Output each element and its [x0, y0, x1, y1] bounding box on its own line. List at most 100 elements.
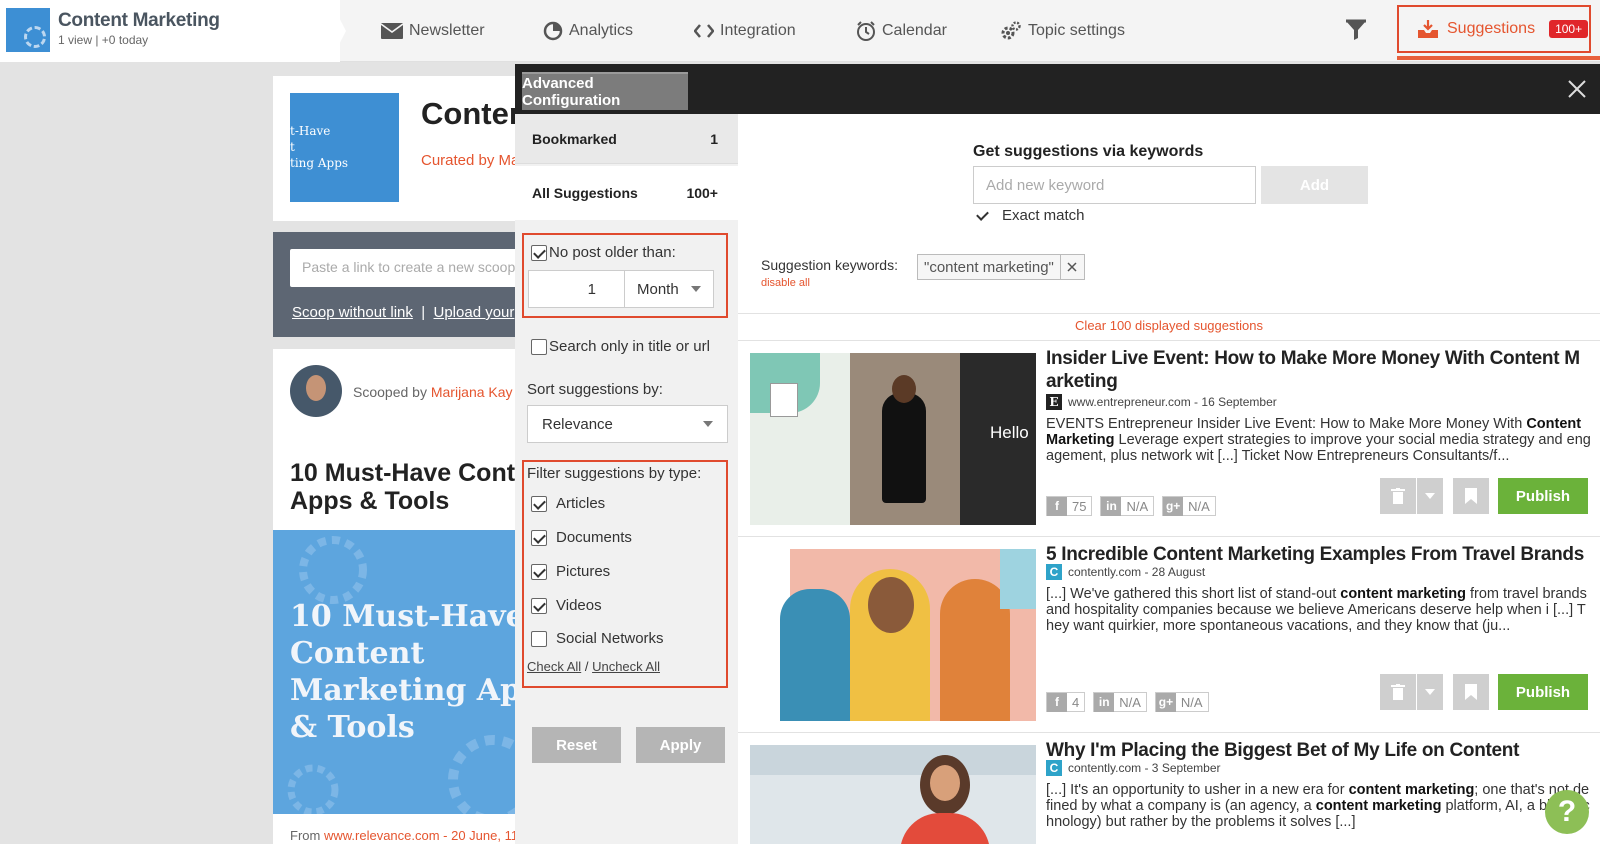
exact-match-option[interactable]: Exact match — [975, 207, 1085, 224]
close-panel-button[interactable] — [1568, 80, 1590, 102]
filter-documents[interactable]: Documents — [531, 529, 632, 546]
suggestion-title[interactable]: Why I'm Placing the Biggest Bet of My Li… — [1046, 739, 1586, 762]
sidebar-item-all-suggestions[interactable]: All Suggestions 100+ — [515, 166, 748, 220]
upload-link[interactable]: Upload your — [434, 304, 515, 321]
facebook-icon: f — [1047, 692, 1067, 712]
trash-icon — [1391, 488, 1405, 504]
reset-button[interactable]: Reset — [532, 727, 621, 763]
thumbnail-caption: Hello — [990, 423, 1029, 442]
social-stats: f 75 in N/A g+ N/A — [1046, 496, 1216, 516]
avatar[interactable] — [290, 365, 342, 417]
documents-checkbox[interactable] — [531, 529, 547, 546]
suggestion-title[interactable]: 5 Incredible Content Marketing Examples … — [1046, 543, 1586, 566]
article-title[interactable]: 10 Must-Have Conten Apps & Tools — [290, 459, 544, 515]
filter-button[interactable] — [1344, 18, 1368, 47]
source-favicon: C — [1046, 760, 1062, 776]
nav-integration[interactable]: Integration — [694, 19, 796, 43]
publish-button[interactable]: Publish — [1498, 674, 1588, 710]
suggestion-thumbnail[interactable]: Hello — [750, 353, 1036, 525]
check-all-link[interactable]: Check All — [527, 659, 581, 674]
article-hero-image[interactable]: 10 Must-Have Content Marketing App & Too… — [273, 530, 543, 814]
envelope-icon — [381, 23, 403, 39]
disable-all-link[interactable]: disable all — [761, 277, 810, 289]
bookmark-button[interactable] — [1453, 478, 1489, 514]
scooped-by-card: Scooped by Marijana Kay — [273, 349, 543, 437]
nav-analytics[interactable]: Analytics — [543, 19, 633, 43]
linkedin-count: in N/A — [1100, 496, 1155, 516]
nav-newsletter[interactable]: Newsletter — [381, 19, 485, 43]
hero-line-3: Marketing App — [290, 673, 543, 708]
article-source: From www.relevance.com - 20 June, 11:04 — [273, 814, 543, 844]
title-url-checkbox[interactable] — [531, 338, 547, 355]
suggestion-title[interactable]: Insider Live Event: How to Make More Mon… — [1046, 347, 1586, 393]
source-favicon: C — [1046, 564, 1062, 580]
remove-keyword-button[interactable] — [1059, 255, 1084, 279]
no-older-than-option[interactable]: No post older than: — [531, 244, 676, 261]
linkedin-icon: in — [1094, 692, 1115, 712]
keywords-title: Get suggestions via keywords — [973, 143, 1204, 160]
trash-icon — [1391, 684, 1405, 700]
article-title-line-1: 10 Must-Have Conten — [290, 459, 545, 487]
age-value: 1 — [587, 280, 596, 298]
nav-topic-settings[interactable]: Topic settings — [1000, 19, 1125, 43]
title-url-option[interactable]: Search only in title or url — [531, 338, 710, 355]
scoop-without-link[interactable]: Scoop without link — [292, 304, 413, 321]
suggestions-count-badge: 100+ — [1549, 20, 1589, 38]
exact-match-checkbox[interactable] — [975, 208, 991, 224]
filter-type-label: Filter suggestions by type: — [527, 465, 702, 482]
pie-chart-icon — [543, 21, 563, 41]
uncheck-all-link[interactable]: Uncheck All — [592, 659, 660, 674]
delete-options-dropdown[interactable] — [1417, 478, 1443, 514]
delete-button[interactable] — [1380, 674, 1416, 710]
filter-social-networks[interactable]: Social Networks — [531, 630, 664, 647]
videos-checkbox[interactable] — [531, 597, 547, 614]
suggestion-thumbnail[interactable] — [750, 745, 1036, 844]
delete-options-dropdown[interactable] — [1417, 674, 1443, 710]
filter-articles[interactable]: Articles — [531, 495, 605, 512]
suggestions-label: Suggestions — [1447, 20, 1536, 37]
pictures-checkbox[interactable] — [531, 563, 547, 580]
help-button[interactable]: ? — [1545, 790, 1589, 834]
suggestions-button[interactable]: Suggestions 100+ — [1397, 5, 1591, 53]
source-link[interactable]: www.relevance.com — [324, 828, 440, 843]
links-separator: | — [421, 304, 426, 321]
all-suggestions-count: 100+ — [686, 185, 718, 201]
google-plus-count: g+ N/A — [1162, 496, 1216, 516]
suggestion-thumbnail[interactable] — [750, 549, 1036, 721]
topic-page-title: Conten — [421, 96, 528, 131]
delete-button[interactable] — [1380, 478, 1416, 514]
keyword-input[interactable]: Add new keyword — [973, 166, 1256, 204]
bookmark-button[interactable] — [1453, 674, 1489, 710]
apply-button[interactable]: Apply — [636, 727, 725, 763]
filter-videos[interactable]: Videos — [531, 597, 602, 614]
articles-label: Articles — [556, 495, 606, 512]
sort-select[interactable]: Relevance — [527, 405, 728, 443]
pictures-label: Pictures — [556, 563, 611, 580]
nav-topic-settings-label: Topic settings — [1028, 22, 1125, 39]
topic-logo — [6, 8, 50, 52]
sidebar-item-bookmarked[interactable]: Bookmarked 1 — [515, 114, 738, 164]
scooper-link[interactable]: Marijana Kay — [431, 384, 513, 400]
add-keyword-button[interactable]: Add — [1261, 166, 1368, 204]
age-unit-select[interactable]: Month — [624, 270, 714, 308]
age-value-input[interactable]: 1 — [528, 270, 625, 308]
nav-calendar[interactable]: Calendar — [856, 19, 947, 43]
articles-checkbox[interactable] — [531, 495, 547, 512]
publish-button[interactable]: Publish — [1498, 478, 1588, 514]
from-prefix: From — [290, 828, 324, 843]
clear-suggestions-link[interactable]: Clear 100 displayed suggestions — [738, 318, 1600, 333]
all-suggestions-label: All Suggestions — [532, 185, 638, 201]
videos-label: Videos — [556, 597, 602, 614]
keyword-chip-text: "content marketing" — [924, 258, 1054, 276]
social-networks-checkbox[interactable] — [531, 630, 547, 647]
no-older-than-checkbox[interactable] — [531, 244, 547, 261]
topic-brand[interactable]: Content Marketing 1 view | +0 today — [0, 0, 340, 62]
paste-link-input[interactable]: Paste a link to create a new scoop — [290, 249, 550, 287]
linkedin-value: N/A — [1119, 694, 1141, 710]
question-icon: ? — [1557, 795, 1577, 828]
topic-title[interactable]: Content Marketing — [58, 10, 220, 32]
advanced-configuration-tab[interactable]: Advanced Configuration — [522, 72, 688, 110]
hero-line-4: & Tools — [290, 710, 415, 745]
filter-pictures[interactable]: Pictures — [531, 563, 610, 580]
suggestion-item: Hello Insider Live Event: How to Make Mo… — [738, 341, 1600, 537]
